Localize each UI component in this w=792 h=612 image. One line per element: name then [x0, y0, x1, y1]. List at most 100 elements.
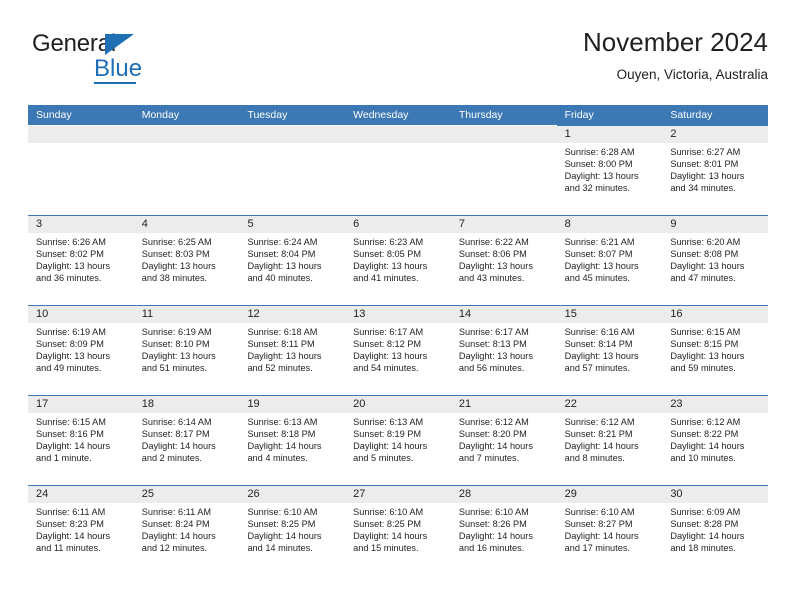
sunset-text: Sunset: 8:01 PM [670, 158, 739, 169]
sunrise-text: Sunrise: 6:10 AM [247, 507, 318, 517]
calendar-day-cell[interactable]: 21 Sunrise: 6:12 AM Sunset: 8:20 PM Dayligh… [450, 395, 557, 485]
calendar-week-row: 17 Sunrise: 6:15 AM Sunset: 8:16 PM Dayligh… [28, 395, 769, 485]
day-of-week-header: Sunday Monday Tuesday Wednesday Thursday Frid… [28, 105, 768, 125]
calendar-day-cell[interactable]: 23 Sunrise: 6:12 AM Sunset: 8:22 PM Dayligh… [662, 395, 769, 485]
day-details: Sunrise: 6:20 AM Sunset: 8:08 PM Daylight:… [662, 233, 768, 285]
daylight-text: Daylight: 13 hours and 38 minutes. [141, 260, 216, 283]
calendar-day-cell[interactable]: 9 Sunrise: 6:20 AM Sunset: 8:08 PM Daylight… [662, 215, 769, 305]
sunset-text: Sunset: 8:13 PM [458, 338, 527, 349]
daylight-text: Daylight: 14 hours and 8 minutes. [564, 440, 639, 463]
calendar-day-cell[interactable]: 8 Sunrise: 6:21 AM Sunset: 8:07 PM Daylight… [556, 215, 663, 305]
day-number: 23 [662, 396, 769, 413]
calendar-day-cell[interactable]: 1 Sunrise: 6:28 AM Sunset: 8:00 PM Daylight… [556, 125, 663, 215]
day-details: Sunrise: 6:28 AM Sunset: 8:00 PM Daylight:… [557, 143, 663, 195]
calendar-day-cell[interactable]: 25 Sunrise: 6:11 AM Sunset: 8:24 PM Dayligh… [133, 485, 240, 575]
daylight-text: Daylight: 13 hours and 45 minutes. [564, 260, 639, 283]
calendar-cell-empty [345, 125, 451, 215]
day-number: 29 [556, 486, 663, 503]
sunrise-text: Sunrise: 6:20 AM [670, 237, 741, 247]
sunset-text: Sunset: 8:11 PM [247, 338, 315, 349]
calendar-day-cell[interactable]: 22 Sunrise: 6:12 AM Sunset: 8:21 PM Dayligh… [556, 395, 663, 485]
logo-text-blue: Blue [94, 55, 143, 82]
sunrise-text: Sunrise: 6:11 AM [141, 507, 212, 517]
calendar-day-cell[interactable]: 20 Sunrise: 6:13 AM Sunset: 8:19 PM Dayligh… [345, 395, 451, 485]
calendar-day-cell[interactable]: 15 Sunrise: 6:16 AM Sunset: 8:14 PM Dayligh… [556, 305, 663, 395]
day-number [450, 126, 557, 143]
sunset-text: Sunset: 8:08 PM [670, 248, 739, 259]
sunset-text: Sunset: 8:16 PM [36, 428, 104, 439]
calendar-cell-empty [133, 125, 240, 215]
sunset-text: Sunset: 8:25 PM [353, 518, 422, 529]
calendar-page: General Blue November 2024 Ouyen, Victor… [0, 0, 792, 612]
day-details: Sunrise: 6:09 AM Sunset: 8:28 PM Daylight:… [662, 503, 768, 555]
calendar-day-cell[interactable]: 27 Sunrise: 6:10 AM Sunset: 8:25 PM Dayligh… [345, 485, 451, 575]
calendar-day-cell[interactable]: 28 Sunrise: 6:10 AM Sunset: 8:26 PM Dayligh… [450, 485, 557, 575]
sunset-text: Sunset: 8:18 PM [247, 428, 316, 439]
logo-text-general: General [32, 30, 116, 57]
sunset-text: Sunset: 8:10 PM [141, 338, 210, 349]
day-number: 25 [133, 486, 240, 503]
calendar-day-cell[interactable]: 2 Sunrise: 6:27 AM Sunset: 8:01 PM Daylight… [662, 125, 769, 215]
calendar-day-cell[interactable]: 5 Sunrise: 6:24 AM Sunset: 8:04 PM Daylight… [239, 215, 346, 305]
calendar-day-cell[interactable]: 6 Sunrise: 6:23 AM Sunset: 8:05 PM Daylight… [345, 215, 451, 305]
page-header: General Blue November 2024 Ouyen, Victor… [28, 26, 768, 98]
daylight-text: Daylight: 14 hours and 12 minutes. [141, 530, 216, 553]
sunrise-text: Sunrise: 6:24 AM [247, 237, 318, 247]
day-number: 2 [662, 126, 769, 143]
calendar-day-cell[interactable]: 30 Sunrise: 6:09 AM Sunset: 8:28 PM Dayligh… [662, 485, 769, 575]
day-number: 28 [450, 486, 557, 503]
calendar-day-cell[interactable]: 19 Sunrise: 6:13 AM Sunset: 8:18 PM Dayligh… [239, 395, 346, 485]
calendar-day-cell[interactable]: 3 Sunrise: 6:26 AM Sunset: 8:02 PM Daylight… [28, 215, 134, 305]
daylight-text: Daylight: 14 hours and 16 minutes. [458, 530, 533, 553]
day-details: Sunrise: 6:10 AM Sunset: 8:25 PM Daylight:… [345, 503, 451, 555]
daylight-text: Daylight: 13 hours and 43 minutes. [458, 260, 533, 283]
sunrise-text: Sunrise: 6:15 AM [36, 417, 106, 427]
sunrise-text: Sunrise: 6:12 AM [670, 417, 741, 427]
day-number: 10 [28, 306, 134, 323]
daylight-text: Daylight: 13 hours and 51 minutes. [141, 350, 216, 373]
day-details: Sunrise: 6:19 AM Sunset: 8:09 PM Daylight:… [28, 323, 134, 375]
calendar-day-cell[interactable]: 13 Sunrise: 6:17 AM Sunset: 8:12 PM Dayligh… [345, 305, 451, 395]
day-details: Sunrise: 6:13 AM Sunset: 8:19 PM Daylight:… [345, 413, 451, 465]
calendar-day-cell[interactable]: 11 Sunrise: 6:19 AM Sunset: 8:10 PM Dayligh… [133, 305, 240, 395]
calendar-day-cell[interactable]: 29 Sunrise: 6:10 AM Sunset: 8:27 PM Dayligh… [556, 485, 663, 575]
sunset-text: Sunset: 8:28 PM [670, 518, 739, 529]
sunset-text: Sunset: 8:25 PM [247, 518, 316, 529]
sunrise-text: Sunrise: 6:26 AM [36, 237, 106, 247]
calendar-day-cell[interactable]: 18 Sunrise: 6:14 AM Sunset: 8:17 PM Dayligh… [133, 395, 240, 485]
day-details: Sunrise: 6:10 AM Sunset: 8:26 PM Daylight:… [451, 503, 557, 555]
generalblue-logo[interactable]: General Blue [32, 30, 202, 88]
day-number: 27 [345, 486, 451, 503]
calendar-day-cell[interactable]: 7 Sunrise: 6:22 AM Sunset: 8:06 PM Daylight… [450, 215, 557, 305]
day-number: 12 [239, 306, 346, 323]
calendar-day-cell[interactable]: 26 Sunrise: 6:10 AM Sunset: 8:25 PM Dayligh… [239, 485, 346, 575]
sunrise-text: Sunrise: 6:27 AM [670, 147, 741, 157]
day-number: 11 [133, 306, 240, 323]
sunset-text: Sunset: 8:20 PM [458, 428, 527, 439]
calendar-day-cell[interactable]: 4 Sunrise: 6:25 AM Sunset: 8:03 PM Daylight… [133, 215, 240, 305]
daylight-text: Daylight: 14 hours and 10 minutes. [670, 440, 745, 463]
calendar-day-cell[interactable]: 16 Sunrise: 6:15 AM Sunset: 8:15 PM Dayligh… [662, 305, 769, 395]
calendar-day-cell[interactable]: 14 Sunrise: 6:17 AM Sunset: 8:13 PM Dayligh… [450, 305, 557, 395]
day-number: 26 [239, 486, 346, 503]
calendar-day-cell[interactable]: 10 Sunrise: 6:19 AM Sunset: 8:09 PM Dayligh… [28, 305, 134, 395]
sunrise-text: Sunrise: 6:13 AM [247, 417, 318, 427]
day-number: 7 [450, 216, 557, 233]
daylight-text: Daylight: 14 hours and 11 minutes. [36, 530, 111, 553]
daylight-text: Daylight: 13 hours and 36 minutes. [36, 260, 111, 283]
daylight-text: Daylight: 13 hours and 41 minutes. [353, 260, 428, 283]
day-number: 16 [662, 306, 769, 323]
daylight-text: Daylight: 14 hours and 4 minutes. [247, 440, 322, 463]
calendar-day-cell[interactable]: 24 Sunrise: 6:11 AM Sunset: 8:23 PM Dayligh… [28, 485, 134, 575]
sunset-text: Sunset: 8:03 PM [141, 248, 210, 259]
daylight-text: Daylight: 13 hours and 40 minutes. [247, 260, 322, 283]
day-details: Sunrise: 6:25 AM Sunset: 8:03 PM Daylight:… [134, 233, 240, 285]
calendar-day-cell[interactable]: 12 Sunrise: 6:18 AM Sunset: 8:11 PM Dayligh… [239, 305, 346, 395]
sunrise-text: Sunrise: 6:10 AM [353, 507, 424, 517]
day-number: 21 [450, 396, 557, 413]
day-number [133, 126, 240, 143]
calendar-day-cell[interactable]: 17 Sunrise: 6:15 AM Sunset: 8:16 PM Dayligh… [28, 395, 134, 485]
day-details: Sunrise: 6:10 AM Sunset: 8:27 PM Daylight:… [557, 503, 663, 555]
sunset-text: Sunset: 8:19 PM [353, 428, 422, 439]
sunrise-text: Sunrise: 6:09 AM [670, 507, 741, 517]
